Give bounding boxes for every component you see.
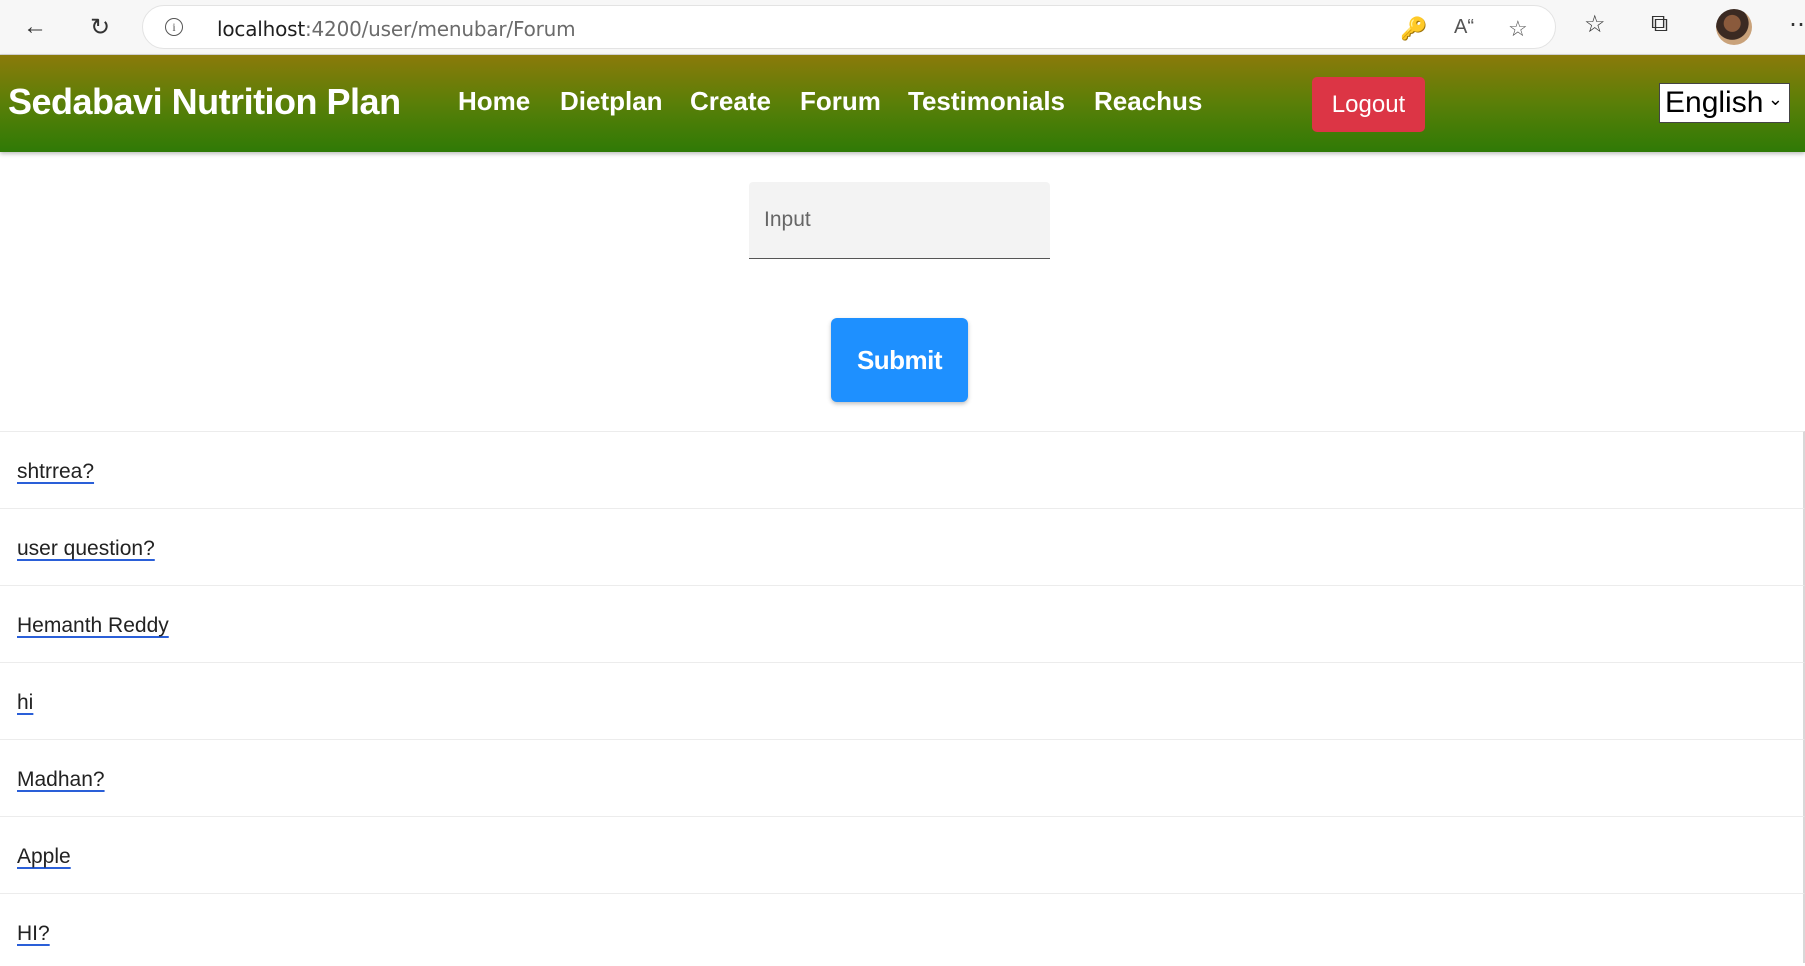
browser-toolbar: ← ↻ i localhost:4200/user/menubar/Forum … (0, 0, 1805, 55)
refresh-icon[interactable]: ↻ (81, 8, 119, 46)
list-item: Apple (0, 816, 1805, 893)
question-input[interactable] (749, 182, 1050, 258)
read-aloud-icon[interactable]: A“ (1454, 16, 1474, 39)
url-text[interactable]: localhost:4200/user/menubar/Forum (217, 17, 576, 41)
list-item: shtrrea? (0, 431, 1805, 508)
favorites-icon[interactable]: ☆ (1584, 10, 1606, 39)
site-info-icon[interactable]: i (165, 18, 183, 36)
question-link[interactable]: HI? (17, 922, 50, 946)
brand-title[interactable]: Sedabavi Nutrition Plan (8, 81, 401, 123)
key-icon[interactable]: 🔑 (1400, 16, 1427, 42)
list-item: Hemanth Reddy (0, 585, 1805, 662)
collections-icon[interactable]: ⧉ (1651, 10, 1668, 38)
question-link[interactable]: Apple (17, 845, 71, 869)
nav-home[interactable]: Home (458, 86, 530, 117)
add-favorite-icon[interactable]: ☆ (1508, 16, 1528, 42)
nav-create[interactable]: Create (690, 86, 771, 117)
nav-testimonials[interactable]: Testimonials (908, 86, 1065, 117)
question-input-field[interactable] (749, 182, 1050, 259)
question-link[interactable]: Madhan? (17, 768, 105, 792)
nav-forum[interactable]: Forum (800, 86, 881, 117)
list-item: Madhan? (0, 739, 1805, 816)
list-item: user question? (0, 508, 1805, 585)
question-link[interactable]: shtrrea? (17, 460, 94, 484)
app-navbar: Sedabavi Nutrition Plan Home Dietplan Cr… (0, 55, 1805, 152)
chevron-down-icon: ⌄ (1767, 89, 1783, 109)
back-arrow-icon[interactable]: ← (16, 8, 54, 46)
nav-reachus[interactable]: Reachus (1094, 86, 1202, 117)
more-menu-icon[interactable]: ⋯ (1789, 10, 1805, 39)
question-list: shtrrea? user question? Hemanth Reddy hi… (0, 431, 1805, 963)
question-link[interactable]: Hemanth Reddy (17, 614, 169, 638)
list-item: hi (0, 662, 1805, 739)
question-link[interactable]: user question? (17, 537, 155, 561)
profile-avatar[interactable] (1716, 9, 1752, 45)
question-link[interactable]: hi (17, 691, 33, 715)
language-select[interactable]: English ⌄ (1659, 83, 1790, 123)
url-path: :4200/user/menubar/Forum (304, 17, 576, 41)
address-bar[interactable]: i localhost:4200/user/menubar/Forum 🔑 A“… (142, 5, 1556, 49)
url-host: localhost (217, 17, 305, 41)
list-item: HI? (0, 893, 1805, 963)
language-value: English (1665, 86, 1764, 119)
submit-button[interactable]: Submit (831, 318, 968, 402)
logout-button[interactable]: Logout (1312, 77, 1425, 132)
nav-dietplan[interactable]: Dietplan (560, 86, 663, 117)
